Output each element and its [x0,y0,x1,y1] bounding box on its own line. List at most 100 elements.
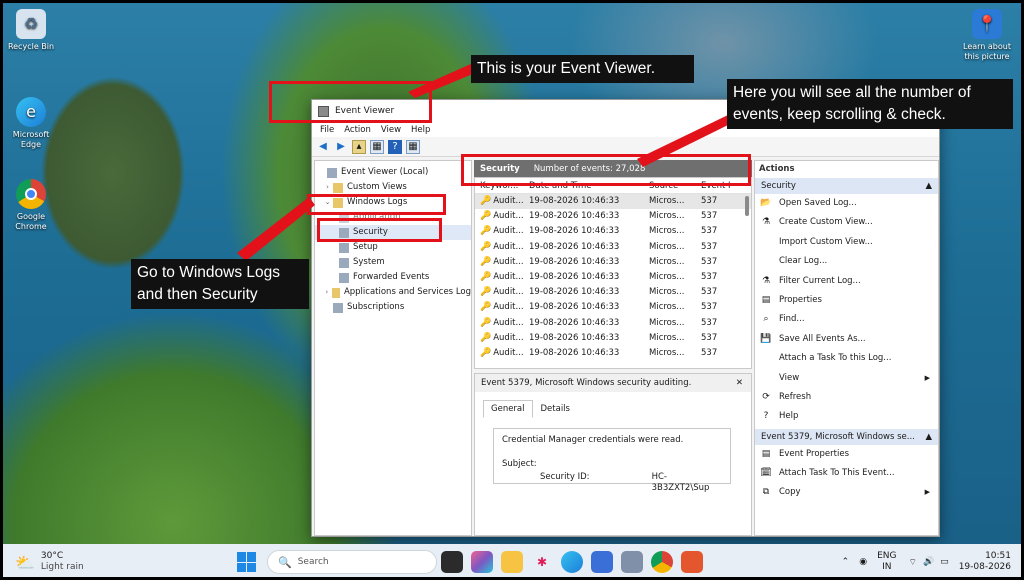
search-placeholder: Search [297,557,329,567]
table-row[interactable]: 🔑 Audit... 19-08-2026 10:46:33 Micros... 537 [475,224,751,239]
table-row[interactable]: 🔑 Audit... 19-08-2026 10:46:33 Micros... 537 [475,240,751,255]
recycle-bin-shortcut[interactable]: ♻ Recycle Bin [5,9,57,52]
slack-icon[interactable]: ✱ [531,551,553,573]
source-cell: Micros... [649,256,685,267]
key-icon: 🔑 [480,241,492,252]
copilot-icon[interactable] [471,551,493,573]
close-icon[interactable]: ✕ [736,374,743,392]
forwarded-events-label: Forwarded Events [353,272,430,282]
tree-item-subscriptions[interactable]: Subscriptions [315,300,471,315]
weather-widget[interactable]: ⛅ 30°C Light rain [15,551,215,573]
menu-action[interactable]: Action [344,125,371,135]
edge-icon: e [16,97,46,127]
table-row[interactable]: 🔑 Audit... 19-08-2026 10:46:33 Micros... 537 [475,209,751,224]
wifi-icon[interactable]: ⌔ [908,557,916,568]
back-arrow-icon[interactable]: ◀ [316,140,330,154]
actions-section-security[interactable]: Security ▲ [755,178,938,194]
menu-help[interactable]: Help [411,125,430,135]
action-item[interactable]: ⟳ Refresh [755,388,938,407]
action-label: Clear Log... [779,256,828,267]
key-icon: 🔑 [480,226,492,237]
tree-item-setup[interactable]: Setup [315,240,471,255]
keyword-cell: 🔑 Audit... [475,255,523,270]
table-row[interactable]: 🔑 Audit... 19-08-2026 10:46:33 Micros... 537 [475,300,751,315]
edge-taskbar-icon[interactable] [561,551,583,573]
chrome-taskbar-icon[interactable] [651,551,673,573]
chevron-up-icon[interactable]: ⌃ [842,557,850,567]
action-label: Copy [779,487,801,498]
event-id-cell: 537 [701,256,718,267]
keyword-text: Audit... [493,196,523,207]
action-item[interactable]: ⧉ Copy ▶ [755,483,938,502]
keyword-cell: 🔑 Audit... [475,300,523,315]
tree-item-custom-views[interactable]: › Custom Views [315,180,471,195]
tab-general[interactable]: General [483,400,533,418]
log-icon [339,272,349,283]
table-row[interactable]: 🔑 Audit... 19-08-2026 10:46:33 Micros... 537 [475,331,751,346]
keyword-cell: 🔑 Audit... [475,194,523,209]
volume-icon[interactable]: 🔊 [923,557,934,567]
tree-item-root[interactable]: Event Viewer (Local) [315,165,471,180]
action-item[interactable]: ▤ Properties [755,291,938,310]
action-item[interactable]: 💾 Save All Events As... [755,330,938,349]
taskbar-search[interactable]: 🔍 Search [267,550,437,574]
action-label: View [779,372,800,383]
task-view-icon[interactable] [441,551,463,573]
tree-item-app-services-logs[interactable]: › Applications and Services Log [315,285,471,300]
eye-icon[interactable]: ◉ [859,557,867,567]
language-indicator[interactable]: ENG IN [877,551,896,573]
edge-shortcut[interactable]: e Microsoft Edge [5,97,57,150]
action-item[interactable]: Attach a Task To this Log... [755,349,938,368]
action-item[interactable]: Import Custom View... [755,233,938,252]
section-security-label: Security [761,181,796,191]
tab-details[interactable]: Details [533,400,578,418]
clock-date: 19-08-2026 [958,562,1011,572]
learn-picture-shortcut[interactable]: 📍 Learn about this picture [961,9,1013,62]
highlight-event-count [461,154,751,186]
key-icon: 🔑 [480,332,492,343]
menu-file[interactable]: File [320,125,334,135]
action-item[interactable]: View ▶ [755,369,938,388]
chrome-shortcut[interactable]: Google Chrome [5,179,57,232]
actions-section-event[interactable]: Event 5379, Microsoft Windows se... ▲ [755,428,938,445]
action-item[interactable]: ? Help [755,407,938,426]
keyword-cell: 🔑 Audit... [475,224,523,239]
actions-title: Actions [759,164,795,174]
menu-view[interactable]: View [381,125,401,135]
tree-item-system[interactable]: System [315,255,471,270]
action-item[interactable]: 🗓 Attach Task To This Event... [755,464,938,483]
table-row[interactable]: 🔑 Audit... 19-08-2026 10:46:33 Micros... 537 [475,285,751,300]
start-button[interactable] [237,552,257,572]
scrollbar-thumb[interactable] [745,196,749,216]
clock[interactable]: 10:51 19-08-2026 [959,551,1011,573]
tree-item-forwarded-events[interactable]: Forwarded Events [315,270,471,285]
source-cell: Micros... [649,317,685,328]
up-folder-icon[interactable]: ▴ [352,139,366,154]
date-cell: 19-08-2026 10:46:33 [529,256,620,267]
table-row[interactable]: 🔑 Audit... 19-08-2026 10:46:33 Micros... 537 [475,316,751,331]
action-item[interactable]: Clear Log... [755,252,938,271]
show-hide-action-icon[interactable]: ▦ [406,139,420,154]
table-row[interactable]: 🔑 Audit... 19-08-2026 10:46:33 Micros... 537 [475,270,751,285]
keyword-cell: 🔑 Audit... [475,331,523,346]
action-item[interactable]: 📂 Open Saved Log... [755,194,938,213]
forward-arrow-icon[interactable]: ▶ [334,140,348,154]
region-label: IN [882,562,892,572]
action-item[interactable]: ⌕ Find... [755,310,938,329]
table-row[interactable]: 🔑 Audit... 19-08-2026 10:46:33 Micros... 537 [475,255,751,270]
action-item[interactable]: ▤ Event Properties [755,445,938,464]
table-row[interactable]: 🔑 Audit... 19-08-2026 10:46:33 Micros... 537 [475,346,751,361]
event-id-cell: 537 [701,317,718,328]
action-item[interactable]: ⚗ Filter Current Log... [755,272,938,291]
table-row[interactable]: 🔑 Audit... 19-08-2026 10:46:33 Micros... 537 [475,194,751,210]
file-explorer-icon[interactable] [501,551,523,573]
event-viewer-taskbar-icon[interactable] [621,551,643,573]
chevron-right-icon: ▶ [924,488,930,497]
vpn-icon[interactable] [681,551,703,573]
help-icon[interactable]: ? [388,139,402,154]
action-item[interactable]: ⚗ Create Custom View... [755,213,938,232]
store-icon[interactable] [591,551,613,573]
date-cell: 19-08-2026 10:46:33 [529,347,620,358]
show-hide-tree-icon[interactable]: ▦ [370,139,384,154]
battery-icon[interactable]: ▭ [940,557,949,567]
